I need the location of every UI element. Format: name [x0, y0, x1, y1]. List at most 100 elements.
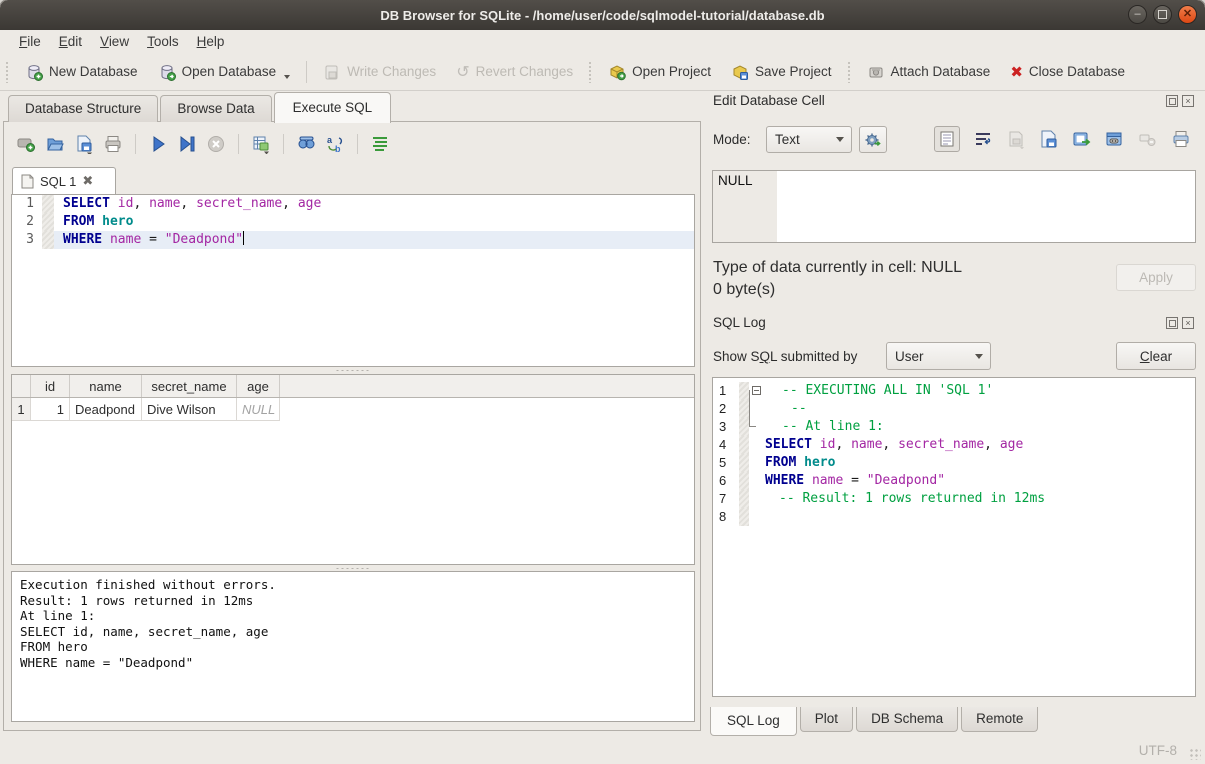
save-sql-file-icon[interactable]: [74, 134, 94, 154]
cell-age[interactable]: NULL: [237, 398, 280, 421]
execute-sql-pane: a b SQL 1 ✖ 1 SELECT id, name: [3, 121, 701, 731]
log-filter-select[interactable]: User: [886, 342, 991, 370]
attach-database-button[interactable]: Attach Database: [861, 59, 997, 85]
sql-file-tab-label: SQL 1: [40, 174, 76, 189]
minimize-button[interactable]: –: [1128, 5, 1147, 24]
float-panel-icon[interactable]: [1166, 95, 1178, 107]
cell-editor-toolbar: [934, 126, 1191, 152]
dock-tab-sql-log[interactable]: SQL Log: [710, 707, 797, 736]
open-sql-file-icon[interactable]: [45, 134, 65, 154]
sql-toolbar-separator: [357, 134, 358, 154]
save-results-icon[interactable]: [251, 134, 271, 154]
format-sql-icon[interactable]: [370, 134, 390, 154]
editor-code-line: SELECT id, name, secret_name, age: [54, 195, 694, 213]
column-header-name[interactable]: name: [70, 375, 142, 397]
save-project-button[interactable]: Save Project: [725, 59, 838, 85]
resize-grip[interactable]: [1189, 748, 1201, 760]
editor-line: 2 FROM hero: [12, 213, 694, 231]
line-number: 4: [713, 436, 739, 454]
dock-tab-plot[interactable]: Plot: [800, 707, 853, 732]
menu-file[interactable]: File: [10, 32, 50, 51]
column-header-secret-name[interactable]: secret_name: [142, 375, 237, 397]
row-header[interactable]: 1: [12, 398, 31, 421]
find-icon[interactable]: [296, 134, 316, 154]
line-number: 7: [713, 490, 739, 508]
log-code-line: -- At line 1:: [765, 418, 1195, 436]
sql-file-tab-close-icon[interactable]: ✖: [82, 174, 93, 189]
title-bar: DB Browser for SQLite - /home/user/code/…: [0, 0, 1205, 30]
close-database-button[interactable]: ✖ Close Database: [1004, 59, 1131, 85]
dock-tab-remote[interactable]: Remote: [961, 707, 1038, 732]
open-database-dropdown-arrow[interactable]: [284, 75, 290, 79]
dock-tab-db-schema[interactable]: DB Schema: [856, 707, 958, 732]
menu-edit[interactable]: Edit: [50, 32, 91, 51]
open-in-external-icon[interactable]: [1105, 129, 1125, 149]
tab-database-structure[interactable]: Database Structure: [8, 95, 158, 122]
column-header-id[interactable]: id: [31, 375, 70, 397]
auto-switch-mode-button[interactable]: [859, 126, 887, 153]
print-sql-icon[interactable]: [103, 134, 123, 154]
menu-view[interactable]: View: [91, 32, 138, 51]
cell-secret-name[interactable]: Dive Wilson: [142, 398, 237, 421]
float-panel-icon[interactable]: [1166, 317, 1178, 329]
mode-select[interactable]: Text: [766, 126, 852, 153]
close-panel-icon[interactable]: ×: [1182, 317, 1194, 329]
header-filler: [280, 375, 694, 397]
import-data-icon[interactable]: [1039, 129, 1059, 149]
status-line: Result: 1 rows returned in 12ms: [20, 593, 686, 609]
toolbar-drag-handle[interactable]: [847, 61, 852, 83]
status-line: FROM hero: [20, 639, 686, 655]
log-margin: [739, 490, 749, 508]
write-changes-label: Write Changes: [347, 64, 436, 79]
sql-log-view[interactable]: 1 -- EXECUTING ALL IN 'SQL 1' 2 -- 3 -- …: [712, 377, 1196, 697]
execute-all-icon[interactable]: [148, 134, 168, 154]
execute-line-icon[interactable]: [177, 134, 197, 154]
log-line: 2 --: [713, 400, 1195, 418]
sql-file-icon: [21, 174, 34, 189]
attach-database-icon: [867, 63, 885, 81]
column-header-age[interactable]: age: [237, 375, 280, 397]
maximize-button[interactable]: [1153, 5, 1172, 24]
text-mode-button[interactable]: [934, 126, 960, 152]
sql-toolbar: a b: [16, 131, 390, 157]
tab-browse-data[interactable]: Browse Data: [160, 95, 271, 122]
log-margin: [739, 418, 749, 436]
menu-help[interactable]: Help: [188, 32, 234, 51]
cell-id[interactable]: 1: [31, 398, 70, 421]
menu-tools[interactable]: Tools: [138, 32, 188, 51]
encoding-indicator[interactable]: UTF-8: [1139, 743, 1177, 758]
new-database-button[interactable]: New Database: [19, 59, 144, 85]
splitter-handle[interactable]: [11, 367, 695, 374]
clear-log-button[interactable]: Clear: [1116, 342, 1196, 370]
toolbar-drag-handle[interactable]: [588, 61, 593, 83]
replace-icon[interactable]: a b: [325, 134, 345, 154]
log-line: 8: [713, 508, 1195, 526]
new-sql-tab-icon[interactable]: [16, 134, 36, 154]
sql-toolbar-separator: [238, 134, 239, 154]
sql-file-tab[interactable]: SQL 1 ✖: [12, 167, 116, 194]
log-filter-label: Show SQL submitted by: [713, 349, 857, 364]
cell-name[interactable]: Deadpond: [70, 398, 142, 421]
execution-status-box[interactable]: Execution finished without errors. Resul…: [11, 571, 695, 722]
cell-value-editor[interactable]: NULL: [712, 170, 1196, 243]
corner-header[interactable]: [12, 375, 31, 397]
open-database-button[interactable]: Open Database: [152, 59, 297, 85]
sql-editor[interactable]: 1 SELECT id, name, secret_name, age 2 FR…: [11, 194, 695, 367]
set-null-icon: [1138, 129, 1158, 149]
open-project-button[interactable]: Open Project: [602, 59, 717, 85]
line-number: 3: [12, 231, 42, 249]
log-code-line: SELECT id, name, secret_name, age: [765, 436, 1195, 454]
edit-cell-panel-title: Edit Database Cell: [713, 93, 825, 108]
status-bar: UTF-8: [0, 735, 1205, 764]
tab-execute-sql[interactable]: Execute SQL: [274, 92, 392, 123]
word-wrap-icon[interactable]: [973, 129, 993, 149]
close-panel-icon[interactable]: ×: [1182, 95, 1194, 107]
status-line: At line 1:: [20, 608, 686, 624]
toolbar-drag-handle[interactable]: [5, 61, 10, 83]
log-line: 1 -- EXECUTING ALL IN 'SQL 1': [713, 382, 1195, 400]
log-margin: [739, 436, 749, 454]
print-cell-icon[interactable]: [1171, 129, 1191, 149]
line-number: 1: [713, 382, 739, 400]
close-button[interactable]: ✕: [1178, 5, 1197, 24]
export-data-icon[interactable]: [1072, 129, 1092, 149]
